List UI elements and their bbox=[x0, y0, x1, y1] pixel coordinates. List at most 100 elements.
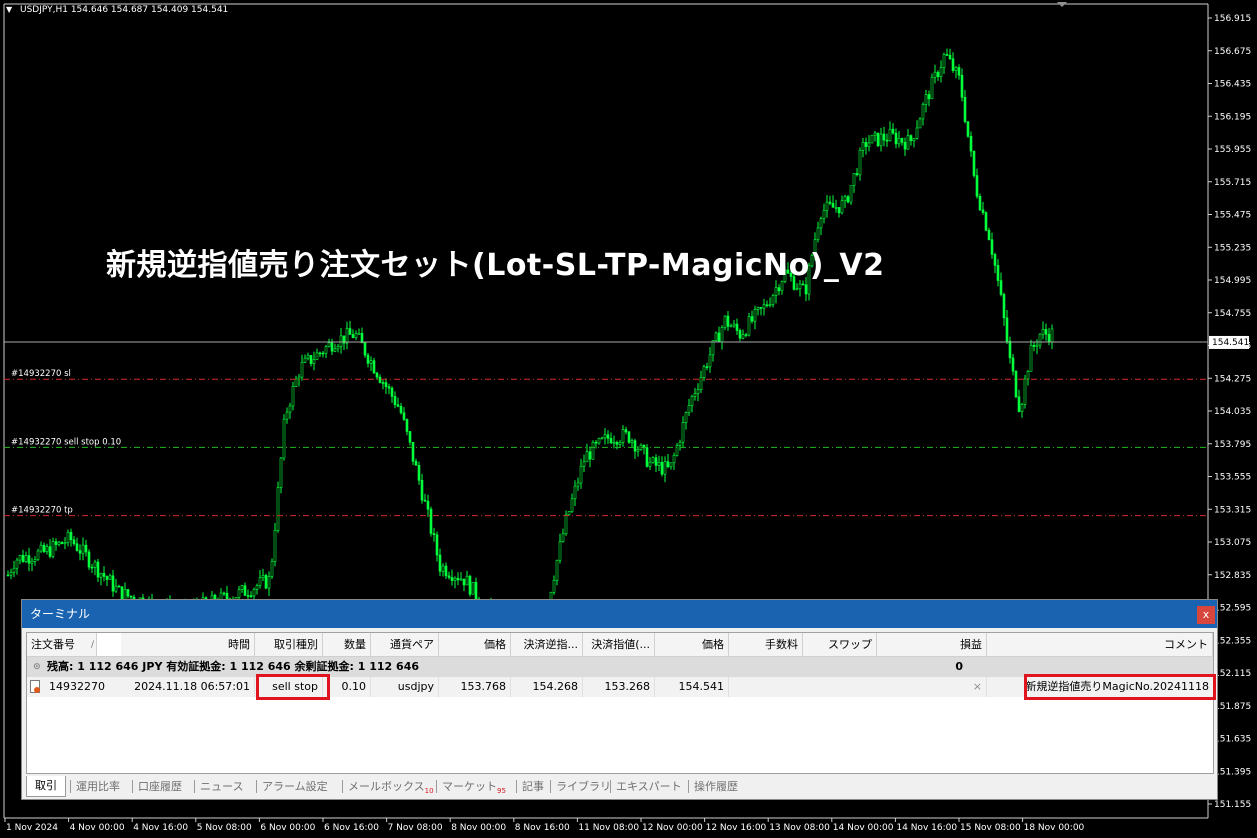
candle-body bbox=[729, 325, 733, 328]
candle-body bbox=[108, 575, 112, 580]
candle-body bbox=[468, 575, 472, 595]
column-header-current-price[interactable]: 価格 bbox=[655, 633, 729, 657]
tab-label: メールボックス bbox=[348, 780, 425, 793]
tab-1[interactable]: 取引 bbox=[26, 776, 66, 797]
candle-body bbox=[759, 307, 763, 309]
candle-body bbox=[33, 559, 37, 562]
candle-body bbox=[441, 565, 445, 572]
candle-body bbox=[114, 585, 118, 592]
column-header-sl[interactable]: 決済逆指... bbox=[511, 633, 583, 657]
trade-table: 注文番号 / 時間 取引種別 数量 通貨ペア 価格 決済逆指... 決済指値(.… bbox=[26, 632, 1216, 774]
chevron-down-icon[interactable]: ▼ bbox=[6, 5, 12, 14]
column-header-symbol[interactable]: 通貨ペア bbox=[371, 633, 439, 657]
column-header-price[interactable]: 価格 bbox=[439, 633, 511, 657]
candle-body bbox=[672, 455, 676, 464]
candle-body bbox=[21, 555, 25, 562]
price-axis-label: 151.155 bbox=[1214, 800, 1251, 810]
candle-body bbox=[390, 387, 394, 397]
candle-body bbox=[471, 581, 475, 595]
tab-4[interactable]: ニュース bbox=[200, 777, 243, 796]
candle-body bbox=[12, 567, 16, 573]
candle-body bbox=[687, 405, 691, 413]
candle-body bbox=[408, 431, 412, 443]
candle-body bbox=[15, 559, 19, 569]
candle-body bbox=[915, 127, 919, 139]
candle-body bbox=[942, 54, 946, 68]
tab-label: ニュース bbox=[200, 780, 244, 793]
tab-6[interactable]: メールボックス10 bbox=[348, 777, 434, 796]
tab-10[interactable]: エキスパート bbox=[616, 777, 682, 796]
terminal-titlebar[interactable]: ターミナル x bbox=[22, 600, 1217, 628]
candle-body bbox=[306, 355, 310, 359]
candle-body bbox=[765, 304, 769, 307]
sort-indicator[interactable]: / bbox=[87, 633, 121, 657]
candle-body bbox=[561, 533, 565, 542]
tab-3[interactable]: 口座履歴 bbox=[138, 777, 182, 796]
column-header-profit[interactable]: 損益 bbox=[877, 633, 987, 657]
candle-body bbox=[444, 565, 448, 577]
candle-body bbox=[111, 575, 115, 592]
column-header-time[interactable]: 時間 bbox=[121, 633, 255, 657]
delete-order-icon[interactable]: × bbox=[877, 677, 987, 697]
candle-body bbox=[903, 142, 907, 150]
tab-7[interactable]: マーケット95 bbox=[442, 777, 506, 796]
candle-body bbox=[396, 404, 400, 407]
candle-body bbox=[318, 352, 322, 355]
candle-body bbox=[438, 554, 442, 572]
candle-body bbox=[330, 342, 334, 352]
column-header-tp[interactable]: 決済指値(... bbox=[583, 633, 655, 657]
close-button[interactable]: x bbox=[1197, 606, 1215, 624]
candle-body bbox=[861, 142, 865, 151]
candle-body bbox=[618, 442, 622, 445]
candle-body bbox=[957, 67, 961, 76]
candle-body bbox=[39, 544, 43, 552]
price-axis-label: 153.075 bbox=[1214, 538, 1251, 548]
tab-5[interactable]: アラーム設定 bbox=[262, 777, 328, 796]
candle-body bbox=[573, 485, 577, 500]
candle-body bbox=[348, 328, 352, 335]
price-axis-label: 154.275 bbox=[1214, 374, 1251, 384]
candle-body bbox=[690, 395, 694, 406]
tab-8[interactable]: 記事 bbox=[522, 777, 544, 796]
column-header-commission[interactable]: 手数料 bbox=[729, 633, 803, 657]
candle-body bbox=[876, 132, 880, 147]
column-header-volume[interactable]: 数量 bbox=[323, 633, 371, 657]
candle-body bbox=[417, 465, 421, 481]
candle-body bbox=[552, 580, 556, 593]
candle-body bbox=[897, 138, 901, 145]
tab-separator bbox=[550, 780, 551, 793]
candle-body bbox=[972, 150, 976, 176]
candle-body bbox=[849, 185, 853, 203]
candle-body bbox=[51, 541, 55, 557]
candle-body bbox=[36, 550, 40, 560]
candle-body bbox=[885, 139, 889, 142]
candle-body bbox=[474, 581, 478, 600]
candle-body bbox=[774, 287, 778, 296]
candle-body bbox=[900, 138, 904, 143]
candle-body bbox=[846, 196, 850, 203]
candle-body bbox=[345, 328, 349, 344]
candle-body bbox=[1008, 340, 1012, 359]
candle-body bbox=[1014, 370, 1018, 398]
tab-11[interactable]: 操作履歴 bbox=[694, 777, 738, 796]
order-line-label: #14932270 sl bbox=[11, 369, 71, 379]
tab-9[interactable]: ライブラリ bbox=[556, 777, 611, 796]
candle-body bbox=[873, 132, 877, 136]
price-axis-label: 151.875 bbox=[1214, 702, 1251, 712]
column-header-comment[interactable]: コメント bbox=[987, 633, 1213, 657]
candle-body bbox=[96, 561, 100, 578]
candle-body bbox=[27, 555, 31, 564]
candle-body bbox=[930, 77, 934, 100]
balance-icon: ⊙ bbox=[33, 662, 41, 672]
time-axis-label: 6 Nov 00:00 bbox=[260, 823, 315, 833]
candle-body bbox=[657, 461, 661, 466]
candle-body bbox=[843, 196, 847, 201]
time-axis-label: 12 Nov 16:00 bbox=[706, 823, 767, 833]
candle-body bbox=[948, 54, 952, 60]
candle-body bbox=[936, 71, 940, 78]
candle-body bbox=[867, 142, 871, 147]
tab-2[interactable]: 運用比率 bbox=[76, 777, 120, 796]
column-header-swap[interactable]: スワップ bbox=[803, 633, 877, 657]
time-axis-label: 12 Nov 00:00 bbox=[642, 823, 703, 833]
column-header-type[interactable]: 取引種別 bbox=[255, 633, 323, 657]
